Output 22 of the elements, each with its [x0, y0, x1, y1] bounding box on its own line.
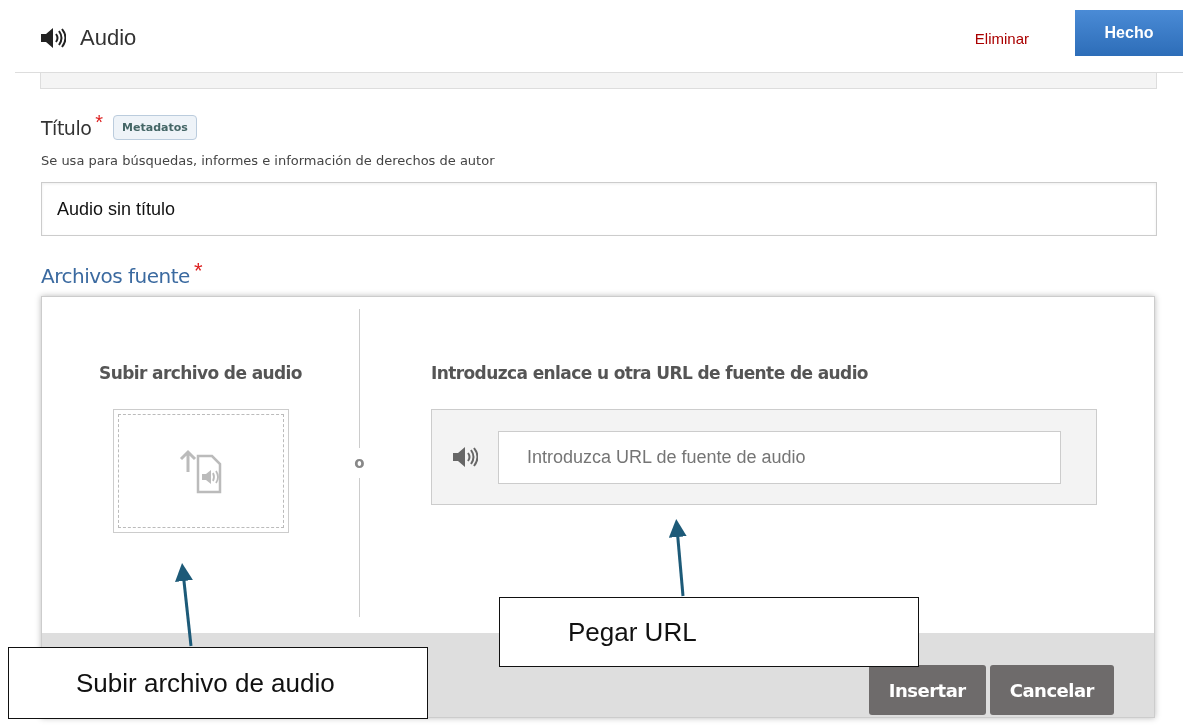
upload-dropzone[interactable] [112, 409, 289, 533]
upload-heading: Subir archivo de audio [99, 363, 302, 383]
upload-file-icon [177, 448, 224, 494]
done-button[interactable]: Hecho [1075, 10, 1183, 56]
required-mark: * [95, 111, 104, 134]
hint-text: Se usa para búsquedas, informes e información de derechos de autor [41, 153, 496, 168]
dialog-title: Audio [80, 25, 138, 51]
url-input[interactable]: Introduzca URL de fuente de audio [498, 430, 1061, 484]
insert-button[interactable]: Insertar [868, 665, 986, 715]
title-input[interactable]: Audio sin título [41, 182, 1157, 236]
delete-link[interactable]: Eliminar [974, 29, 1029, 47]
required-mark: * [193, 258, 203, 284]
speaker-icon [40, 27, 66, 49]
callout-box: Subir archivo de audio [8, 647, 428, 719]
field-label: Título [41, 116, 92, 139]
or-separator: o [354, 453, 365, 474]
url-heading: Introduzca enlace u otra URL de fuente de audio [431, 363, 869, 383]
callout-box: Pegar URL [499, 597, 919, 667]
section-heading: Archivos fuente [41, 264, 190, 288]
cancel-button[interactable]: Cancelar [989, 665, 1114, 715]
metadata-tag: Metadatos [113, 115, 197, 140]
speaker-icon [452, 446, 478, 468]
